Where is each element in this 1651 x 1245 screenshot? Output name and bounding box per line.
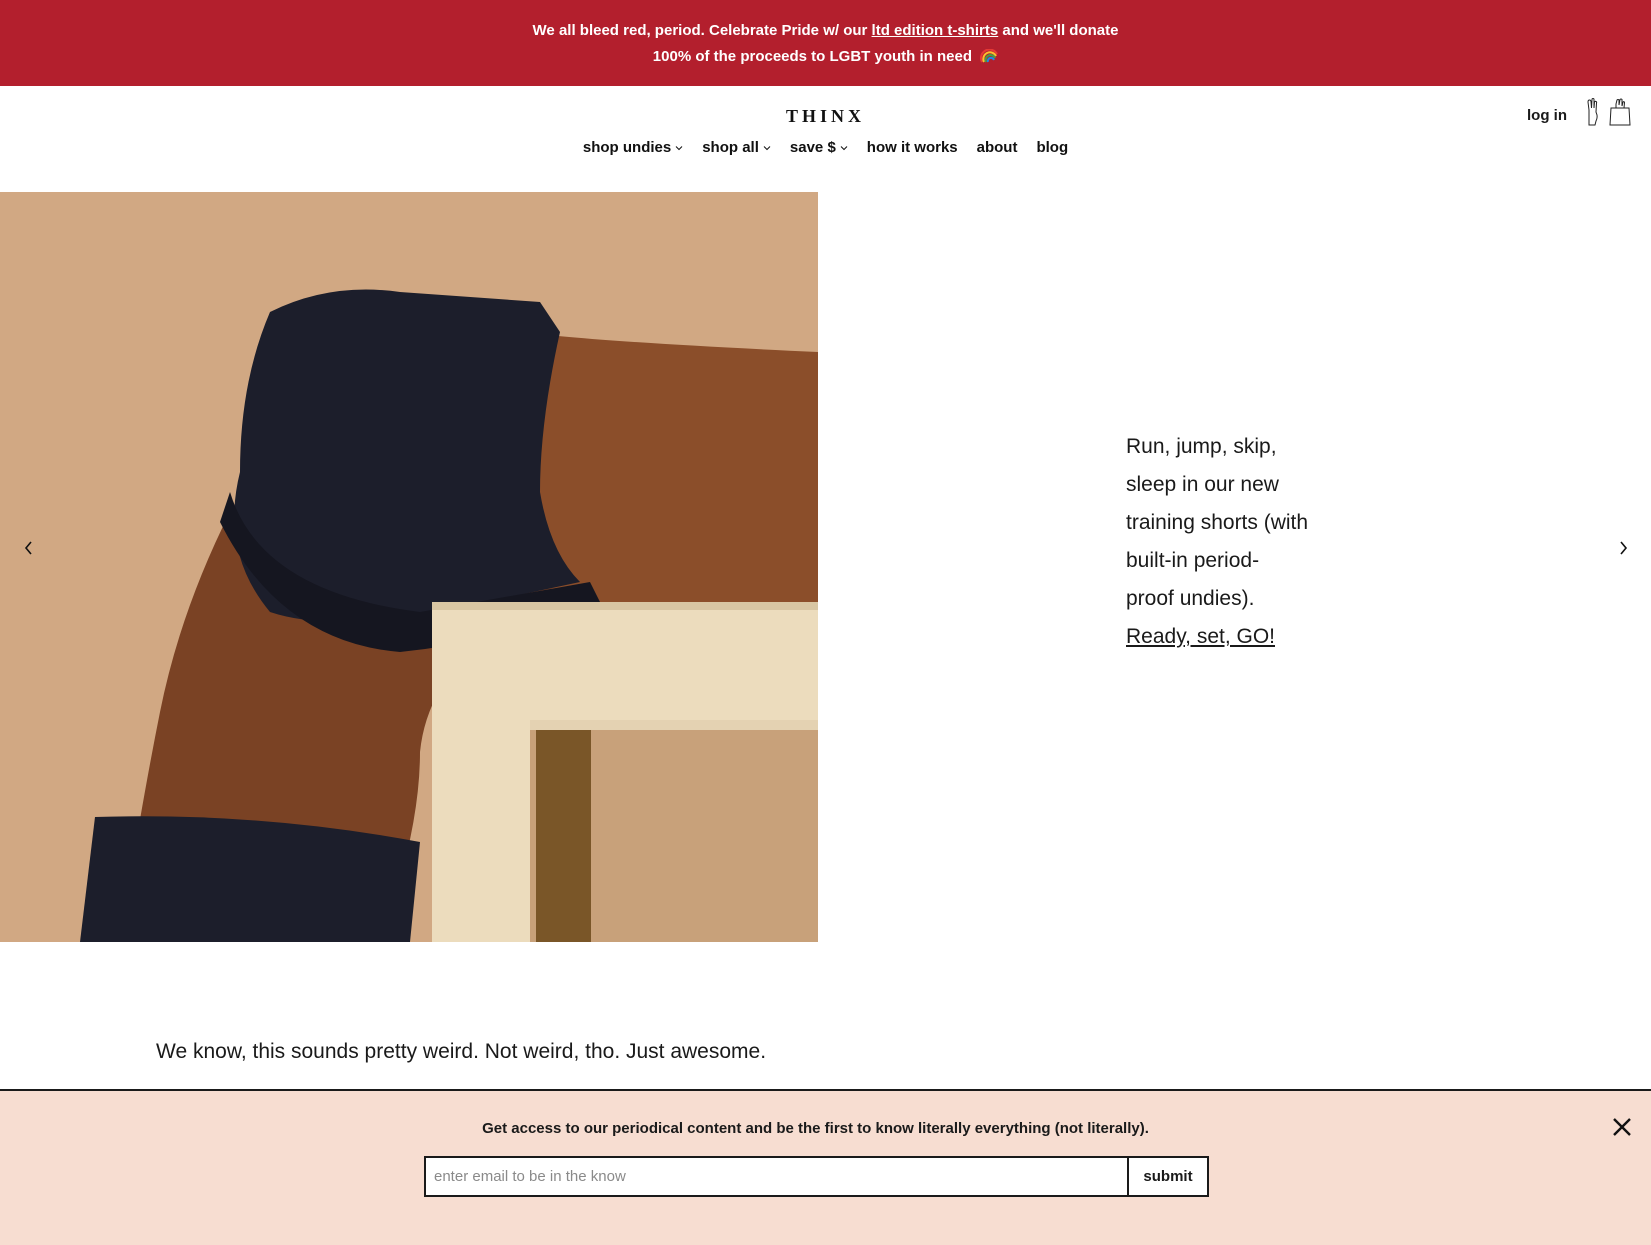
shopping-bag-icon[interactable] — [1609, 98, 1631, 126]
nav-save[interactable]: save $ — [790, 139, 848, 156]
nav-label: shop undies — [582, 139, 672, 156]
site-header: THINX shop undies shop all save $ how it… — [0, 86, 1651, 192]
nav-label: save $ — [789, 139, 836, 156]
carousel-prev-button[interactable] — [18, 537, 40, 559]
hero-text-line: sleep in our new — [1126, 473, 1279, 496]
chevron-down-icon — [675, 145, 683, 150]
nav-label: blog — [1036, 139, 1069, 156]
nav-label: shop all — [702, 139, 759, 156]
chevron-right-icon — [1620, 541, 1628, 555]
nav-shop-all[interactable]: shop all — [702, 139, 771, 156]
newsletter-bar: Get access to our periodical content and… — [0, 1089, 1651, 1245]
newsletter-form: submit — [424, 1156, 1209, 1197]
tagline: We know, this sounds pretty weird. Not w… — [156, 1040, 767, 1063]
hero-text-line: training shorts (with — [1126, 511, 1309, 534]
nav-label: how it works — [866, 139, 958, 156]
hero-text-line: built-in period- — [1126, 549, 1260, 572]
chevron-down-icon — [840, 145, 848, 150]
nav-how-it-works[interactable]: how it works — [867, 139, 958, 156]
chevron-left-icon — [24, 541, 32, 555]
newsletter-text: Get access to our periodical content and… — [482, 1120, 1149, 1137]
carousel-next-button[interactable] — [1612, 537, 1634, 559]
nav-shop-undies[interactable]: shop undies — [583, 139, 683, 156]
promo-text: We all bleed red, period. Celebrate Prid… — [532, 21, 872, 39]
account-area: log in — [1527, 98, 1631, 126]
promo-line-2: 100% of the proceeds to LGBT youth in ne… — [652, 47, 999, 65]
logo[interactable]: THINX — [0, 106, 1651, 127]
nav-about[interactable]: about — [977, 139, 1018, 156]
hero-text-line: proof undies). — [1126, 587, 1255, 610]
hero-cta-link[interactable]: Ready, set, GO! — [1126, 618, 1346, 656]
promo-banner: We all bleed red, period. Celebrate Prid… — [0, 0, 1651, 86]
hero-text-line: Run, jump, skip, — [1126, 435, 1277, 458]
hero-copy: Run, jump, skip, sleep in our new traini… — [1126, 428, 1346, 656]
promo-line-1: We all bleed red, period. Celebrate Prid… — [533, 22, 1119, 39]
promo-text-2: 100% of the proceeds to LGBT youth in ne… — [652, 47, 973, 65]
rainbow-icon — [980, 48, 999, 63]
promo-text-end: and we'll donate — [998, 21, 1119, 39]
login-link[interactable]: log in — [1527, 107, 1567, 124]
email-input[interactable] — [426, 1158, 1127, 1195]
hero-illustration — [0, 192, 818, 942]
nav-blog[interactable]: blog — [1036, 139, 1068, 156]
hand-icon[interactable] — [1585, 98, 1599, 126]
hero-image — [0, 192, 818, 942]
submit-button[interactable]: submit — [1127, 1158, 1207, 1195]
main-nav: shop undies shop all save $ how it works… — [0, 139, 1651, 156]
promo-link[interactable]: ltd edition t-shirts — [872, 22, 999, 39]
chevron-down-icon — [763, 145, 771, 150]
close-icon[interactable] — [1610, 1115, 1634, 1139]
nav-label: about — [976, 139, 1018, 156]
